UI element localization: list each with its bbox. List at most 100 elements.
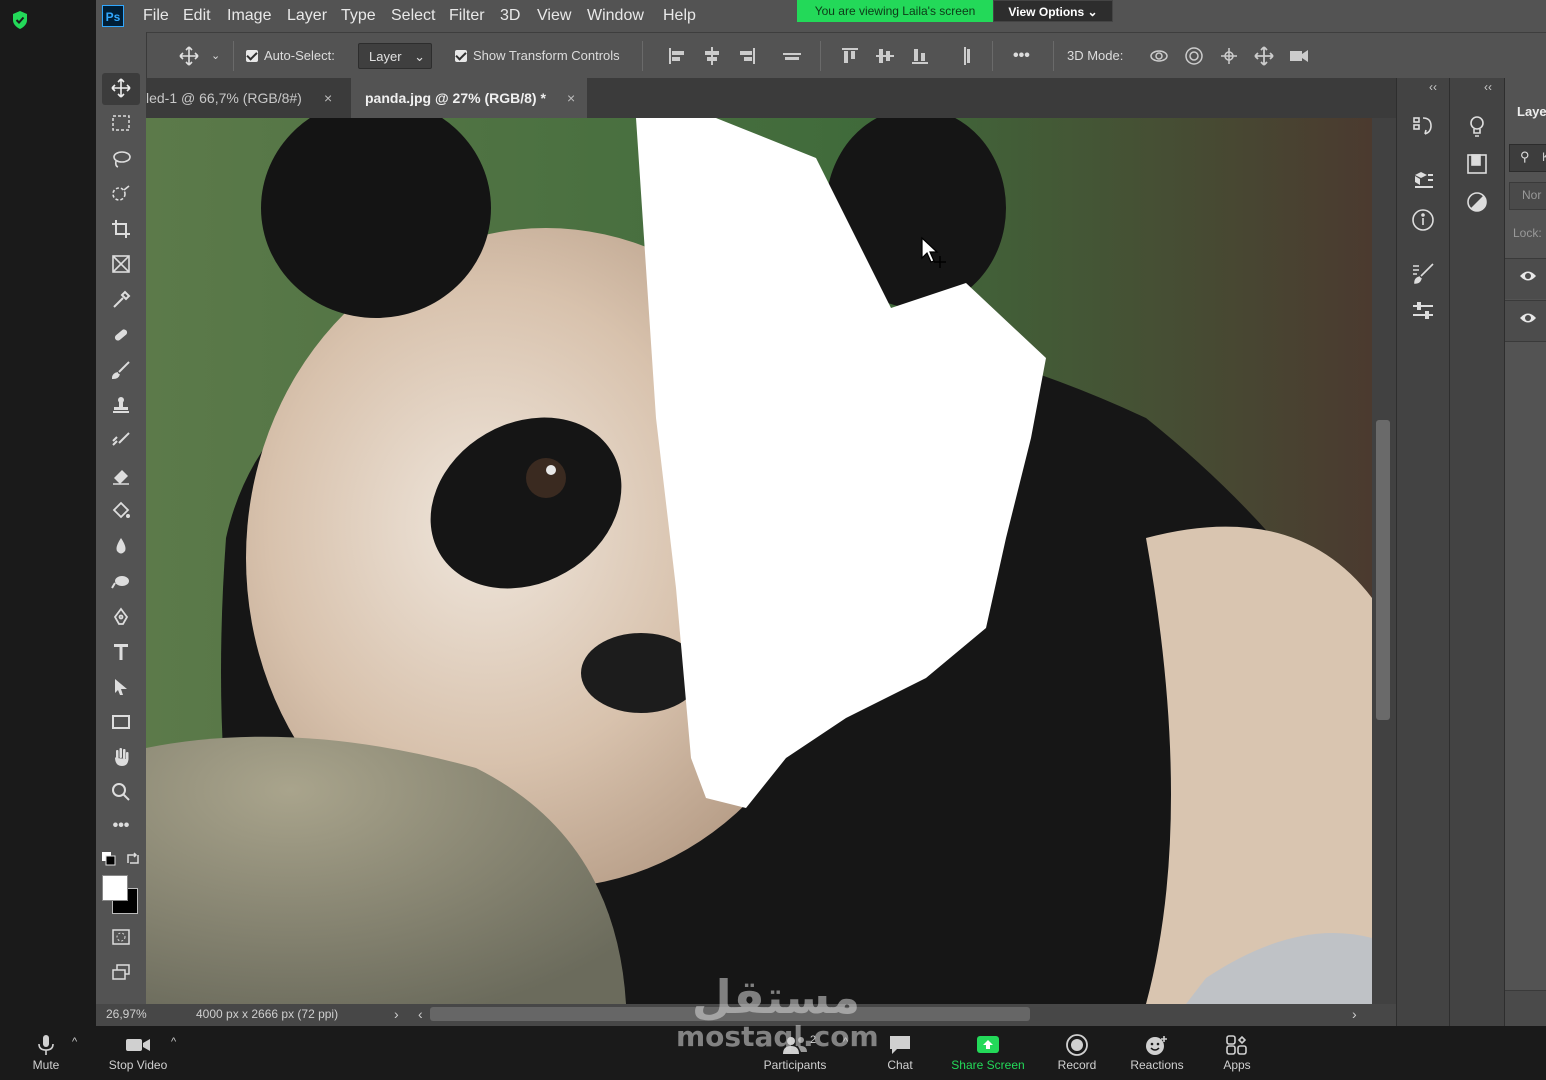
zoom-level[interactable]: 26,97% — [106, 1007, 147, 1021]
brush-tool[interactable] — [102, 355, 140, 387]
3d-pan-icon[interactable] — [1218, 45, 1240, 67]
rectangle-tool[interactable] — [102, 707, 140, 739]
horizontal-scroll-thumb[interactable] — [430, 1007, 1030, 1021]
share-screen-button[interactable]: Share Screen — [943, 1030, 1033, 1072]
frame-tool[interactable] — [102, 249, 140, 281]
chevron-up-icon[interactable]: ^ — [171, 1036, 176, 1048]
apps-button[interactable]: Apps — [1192, 1030, 1282, 1072]
default-colors-icon[interactable] — [102, 852, 116, 866]
more-options-button[interactable]: ••• — [1013, 33, 1030, 79]
layers-filter[interactable]: ⚲ K — [1509, 144, 1546, 172]
move-tool-icon[interactable] — [178, 45, 200, 67]
learn-lightbulb-icon[interactable] — [1465, 114, 1489, 138]
menu-3d[interactable]: 3D — [500, 0, 520, 32]
libraries-icon[interactable] — [1465, 152, 1489, 176]
auto-select-checkbox[interactable] — [246, 50, 258, 62]
menu-window[interactable]: Window — [587, 0, 644, 32]
document-canvas[interactable] — [146, 118, 1372, 1004]
pen-tool[interactable] — [102, 602, 140, 634]
status-menu-arrow[interactable]: › — [394, 1006, 399, 1022]
layer-row[interactable] — [1505, 300, 1546, 342]
layers-panel-title[interactable]: Laye — [1517, 104, 1546, 119]
record-button[interactable]: Record — [1032, 1030, 1122, 1072]
more-tools-button[interactable]: ••• — [102, 814, 140, 846]
menu-type[interactable]: Type — [341, 0, 376, 32]
stop-video-button[interactable]: Stop Video — [93, 1030, 183, 1072]
menu-select[interactable]: Select — [391, 0, 435, 32]
align-bottom-icon[interactable] — [909, 45, 931, 67]
3d-camera-icon[interactable] — [1288, 45, 1310, 67]
zoom-tool[interactable] — [102, 777, 140, 809]
screen-mode-icon[interactable] — [102, 957, 140, 989]
eraser-tool[interactable] — [102, 461, 140, 493]
chevron-up-icon[interactable]: ^ — [72, 1036, 77, 1048]
menu-image[interactable]: Image — [227, 0, 271, 32]
participants-button[interactable]: 2 Participants — [750, 1030, 840, 1072]
eye-icon[interactable] — [1519, 311, 1537, 325]
distribute-horizontal-icon[interactable] — [781, 45, 803, 67]
menu-filter[interactable]: Filter — [449, 0, 485, 32]
type-tool[interactable] — [102, 637, 140, 669]
close-icon[interactable]: × — [324, 78, 332, 118]
vertical-scroll-thumb[interactable] — [1376, 420, 1390, 720]
view-options-button[interactable]: View Options ⌄ — [993, 0, 1113, 22]
eyedropper-tool[interactable] — [102, 285, 140, 317]
reactions-button[interactable]: Reactions — [1112, 1030, 1202, 1072]
crop-tool[interactable] — [102, 214, 140, 246]
3d-panel-icon[interactable] — [1411, 168, 1435, 192]
quick-mask-icon[interactable] — [102, 922, 140, 954]
mute-button[interactable]: Mute — [1, 1030, 91, 1072]
chat-button[interactable]: Chat — [855, 1030, 945, 1072]
quick-selection-tool[interactable] — [102, 179, 140, 211]
menu-edit[interactable]: Edit — [183, 0, 211, 32]
3d-roll-icon[interactable] — [1183, 45, 1205, 67]
distribute-vertical-icon[interactable] — [955, 45, 977, 67]
3d-slide-icon[interactable] — [1253, 45, 1275, 67]
3d-orbit-icon[interactable] — [1148, 45, 1170, 67]
foreground-color-swatch[interactable] — [102, 875, 128, 901]
show-transform-checkbox[interactable] — [455, 50, 467, 62]
history-brush-tool[interactable] — [102, 426, 140, 458]
swap-colors-icon[interactable] — [126, 852, 140, 866]
lasso-tool[interactable] — [102, 144, 140, 176]
menu-layer[interactable]: Layer — [287, 0, 327, 32]
align-middle-icon[interactable] — [874, 45, 896, 67]
align-top-icon[interactable] — [839, 45, 861, 67]
info-icon[interactable] — [1411, 208, 1435, 232]
adjustments-icon[interactable] — [1465, 190, 1489, 214]
marquee-tool[interactable] — [102, 108, 140, 140]
close-icon[interactable]: × — [567, 78, 575, 118]
align-left-icon[interactable] — [666, 45, 688, 67]
tool-presets-icon[interactable] — [1411, 300, 1435, 324]
menu-view[interactable]: View — [537, 0, 571, 32]
align-right-icon[interactable] — [736, 45, 758, 67]
history-icon[interactable] — [1411, 114, 1435, 138]
clone-stamp-tool[interactable] — [102, 390, 140, 422]
paint-bucket-tool[interactable] — [102, 496, 140, 528]
hand-tool[interactable] — [102, 742, 140, 774]
menu-help[interactable]: Help — [663, 0, 696, 32]
dodge-tool[interactable] — [102, 566, 140, 598]
chevron-down-icon: ⌄ — [414, 49, 425, 64]
menu-file[interactable]: File — [143, 0, 169, 32]
chat-icon — [890, 1036, 910, 1054]
layer-row[interactable] — [1505, 258, 1546, 299]
layer-dropdown[interactable]: Layer ⌄ — [358, 43, 432, 69]
blend-mode-dropdown[interactable]: Nor — [1509, 182, 1546, 210]
chevron-up-icon[interactable]: ^ — [843, 1036, 848, 1048]
brush-settings-icon[interactable] — [1411, 262, 1435, 286]
move-tool[interactable] — [102, 73, 140, 105]
scroll-right-arrow[interactable]: › — [1352, 1006, 1357, 1022]
shield-icon[interactable] — [11, 10, 29, 30]
tab-panda[interactable]: panda.jpg @ 27% (RGB/8) * × — [351, 78, 587, 118]
path-selection-tool[interactable] — [102, 672, 140, 704]
eye-icon[interactable] — [1519, 269, 1537, 283]
scroll-left-arrow[interactable]: ‹ — [418, 1006, 423, 1022]
healing-brush-tool[interactable] — [102, 320, 140, 352]
tab-untitled[interactable]: led-1 @ 66,7% (RGB/8#) × — [146, 78, 350, 118]
blur-tool[interactable] — [102, 531, 140, 563]
collapse-panels-icon[interactable]: ‹‹ — [1484, 80, 1492, 94]
collapse-panels-icon[interactable]: ‹‹ — [1429, 80, 1437, 94]
align-center-icon[interactable] — [701, 45, 723, 67]
chevron-down-icon[interactable]: ⌄ — [211, 33, 220, 79]
